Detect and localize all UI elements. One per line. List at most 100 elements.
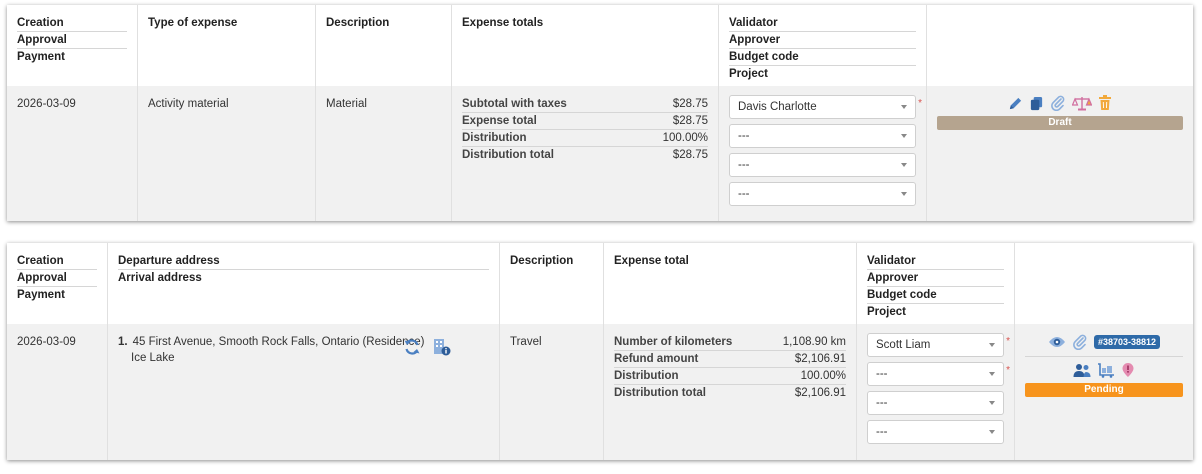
description-value: Material [326,98,367,110]
validator-select[interactable]: Davis Charlotte * [729,95,922,119]
header-people: Validator Approver Budget code Project [719,5,927,86]
cell-actions: #38703-38812 Pending [1015,324,1193,460]
header-approver: Approver [729,32,916,49]
cell-totals: Number of kilometers 1,108.90 km Refund a… [604,324,857,460]
header-validator: Validator [867,253,1004,270]
select-value: --- [876,426,888,438]
copy-icon[interactable] [1029,96,1044,111]
paperclip-icon[interactable] [1072,334,1088,350]
header-description: Description [500,243,604,324]
select-value: Scott Liam [876,339,931,351]
header-type-label: Type of expense [148,17,238,29]
header-addresses: Departure address Arrival address [108,243,500,324]
cell-actions: Draft [927,86,1193,221]
cell-people: Scott Liam * --- * --- --- [857,324,1015,460]
total-label: Number of kilometers [614,336,733,348]
total-expense: Expense total $28.75 [462,113,708,130]
header-validator: Validator [729,15,916,32]
approver-select[interactable]: --- * [867,362,1010,386]
chevron-down-icon [989,372,995,376]
validator-select[interactable]: Scott Liam * [867,333,1010,357]
approver-select[interactable]: --- [729,124,916,148]
chevron-down-icon [989,430,995,434]
header-totals-label: Expense total [614,255,689,267]
chevron-down-icon [989,401,995,405]
date-value: 2026-03-09 [17,98,76,110]
type-value: Activity material [148,98,229,110]
total-distribution: Distribution 100.00% [614,368,846,385]
total-label: Expense total [462,115,537,127]
header-departure: Departure address [118,253,489,270]
header-actions [1015,243,1193,324]
action-icons-top: #38703-38812 [1025,332,1183,357]
header-approval: Approval [17,270,97,287]
total-label: Distribution [614,370,679,382]
expense-card-travel: Creation Approval Payment Departure addr… [7,243,1193,460]
refresh-icon[interactable] [403,338,421,356]
eye-icon[interactable] [1048,335,1066,349]
select-value: Davis Charlotte [738,101,817,113]
departure-address: 45 First Avenue, Smooth Rock Falls, Onta… [132,336,425,348]
select-value: --- [738,159,750,171]
total-value: 1,108.90 km [782,336,846,348]
required-mark: * [1006,365,1010,376]
header-project: Project [867,306,906,318]
header-totals: Expense total [604,243,857,324]
header-budget-code: Budget code [729,49,916,66]
trash-icon[interactable] [1098,95,1112,111]
table-row: 2026-03-09 Activity material Material Su… [7,86,1193,221]
project-select[interactable]: --- [729,182,916,206]
header-project: Project [729,68,768,80]
header-payment: Payment [17,51,65,63]
users-icon[interactable] [1073,363,1091,377]
total-value: $2,106.91 [794,353,846,365]
table-row: 2026-03-09 1. 45 First Avenue, Smooth Ro… [7,324,1193,460]
chevron-down-icon [901,163,907,167]
header-description-label: Description [326,17,390,29]
total-distribution-total: Distribution total $28.75 [462,147,708,163]
total-subtotal: Subtotal with taxes $28.75 [462,96,708,113]
building-info-icon[interactable] [433,338,451,356]
total-label: Distribution [462,132,527,144]
table-header: Creation Approval Payment Departure addr… [7,243,1193,324]
cart-icon[interactable] [1097,362,1115,378]
cell-totals: Subtotal with taxes $28.75 Expense total $… [452,86,719,221]
header-approver: Approver [867,270,1004,287]
scale-icon[interactable] [1072,96,1092,111]
chevron-down-icon [901,105,907,109]
select-value: --- [738,130,750,142]
header-payment: Payment [17,289,65,301]
total-kilometers: Number of kilometers 1,108.90 km [614,334,846,351]
header-type: Type of expense [138,5,316,86]
budget-code-select[interactable]: --- [729,153,916,177]
description-value: Travel [510,336,542,348]
cell-description: Travel [500,324,604,460]
header-dates: Creation Approval Payment [7,5,138,86]
header-totals-label: Expense totals [462,17,544,29]
select-value: --- [876,397,888,409]
action-icons [937,94,1183,112]
total-distribution: Distribution 100.00% [462,130,708,147]
total-label: Subtotal with taxes [462,98,567,110]
budget-code-select[interactable]: --- [867,391,1004,415]
total-label: Distribution total [614,387,706,399]
address-index: 1. [118,336,128,348]
status-badge: Draft [937,116,1183,130]
project-select[interactable]: --- [867,420,1004,444]
pencil-icon[interactable] [1008,96,1023,111]
alert-pin-icon[interactable] [1121,362,1135,378]
cell-date: 2026-03-09 [7,86,138,221]
total-value: $28.75 [672,149,708,161]
reference-badge[interactable]: #38703-38812 [1093,335,1161,349]
table-header: Creation Approval Payment Type of expens… [7,5,1193,86]
required-mark: * [918,98,922,109]
select-value: --- [738,188,750,200]
header-actions [927,5,1193,86]
total-refund: Refund amount $2,106.91 [614,351,846,368]
cell-people: Davis Charlotte * --- --- --- [719,86,927,221]
header-dates: Creation Approval Payment [7,243,108,324]
total-label: Refund amount [614,353,699,365]
header-people: Validator Approver Budget code Project [857,243,1015,324]
total-value: $28.75 [672,98,708,110]
paperclip-icon[interactable] [1050,95,1066,111]
